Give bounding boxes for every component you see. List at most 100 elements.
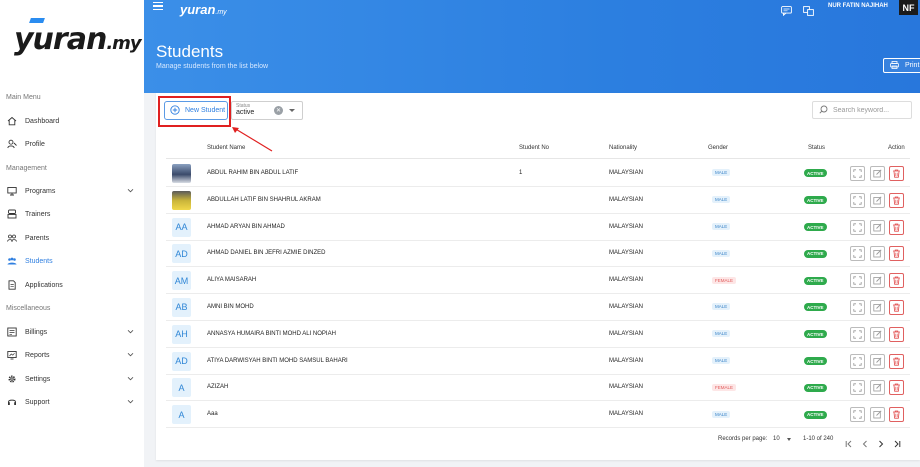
- view-button[interactable]: [850, 273, 865, 289]
- page-title: Students: [156, 42, 224, 61]
- topbar-logo-text: yuran: [180, 2, 216, 17]
- table-row[interactable]: [166, 294, 910, 321]
- table-row[interactable]: [166, 374, 910, 402]
- sidebar-item-billings[interactable]: Billings: [0, 323, 144, 341]
- edit-button[interactable]: [870, 192, 885, 208]
- sidebar-item-trainers[interactable]: Trainers: [0, 205, 144, 223]
- status-badge: ACTIVE: [804, 357, 827, 365]
- sidebar-item-label: Parents: [25, 234, 50, 242]
- view-button[interactable]: [850, 219, 865, 235]
- avatar[interactable]: NF: [899, 0, 918, 15]
- trash-icon: [892, 383, 901, 392]
- delete-button[interactable]: [889, 380, 904, 396]
- delete-button[interactable]: [889, 165, 904, 181]
- sidebar-item-settings[interactable]: Settings: [0, 370, 144, 388]
- user-name[interactable]: NUR FATIN NAJIHAH: [828, 3, 888, 9]
- last-page-icon[interactable]: [893, 435, 901, 448]
- view-button[interactable]: [850, 407, 865, 423]
- logo[interactable]: yuran.my: [14, 22, 142, 57]
- gender-badge: MALE: [712, 196, 731, 204]
- delete-button[interactable]: [889, 273, 904, 289]
- edit-icon: [873, 249, 882, 258]
- delete-button[interactable]: [889, 326, 904, 342]
- edit-button[interactable]: [870, 407, 885, 423]
- edit-button[interactable]: [870, 219, 885, 235]
- status-badge: ACTIVE: [804, 410, 827, 419]
- delete-button[interactable]: [889, 219, 904, 235]
- translate-icon[interactable]: [803, 3, 814, 16]
- topbar-logo[interactable]: yuran.my: [180, 2, 227, 17]
- expand-icon: [853, 330, 862, 339]
- per-page-caret-icon[interactable]: [787, 438, 791, 441]
- logo-suffix: .my: [106, 33, 141, 54]
- gender-badge: MALE: [712, 223, 731, 230]
- table-row[interactable]: [166, 401, 910, 429]
- sidebar-item-support[interactable]: Support: [0, 393, 144, 411]
- section-main-menu: Main Menu: [6, 94, 41, 101]
- dropdown-caret-icon[interactable]: [289, 109, 295, 112]
- view-button[interactable]: [850, 353, 865, 369]
- view-button[interactable]: [850, 192, 865, 208]
- delete-button[interactable]: [889, 407, 904, 423]
- sidebar-item-dashboard[interactable]: Dashboard: [0, 112, 144, 130]
- student-name: AZIZAH: [207, 384, 229, 391]
- edit-button[interactable]: [870, 165, 885, 181]
- trash-icon: [892, 249, 901, 258]
- student-avatar: AD: [172, 244, 191, 264]
- first-page-icon[interactable]: [845, 435, 853, 448]
- view-button[interactable]: [850, 165, 865, 181]
- print-button[interactable]: Print: [883, 58, 920, 73]
- edit-icon: [873, 356, 882, 366]
- sidebar-item-students[interactable]: Students: [0, 252, 144, 270]
- table-row[interactable]: [166, 267, 910, 295]
- view-button[interactable]: [850, 246, 865, 262]
- topbar-logo-suffix: .my: [215, 9, 227, 16]
- student-avatar: AB: [172, 297, 191, 317]
- student-avatar: [172, 163, 191, 183]
- student-nationality: MALAYSIAN: [609, 303, 643, 310]
- edit-button[interactable]: [870, 326, 885, 342]
- chat-icon[interactable]: [781, 3, 792, 17]
- edit-button[interactable]: [870, 299, 885, 315]
- view-button[interactable]: [850, 380, 865, 396]
- sidebar-item-reports[interactable]: Reports: [0, 346, 144, 364]
- search-input[interactable]: [833, 106, 908, 114]
- column-header-student-name: Student Name: [207, 145, 246, 151]
- expand-icon: [853, 410, 862, 419]
- next-page-icon[interactable]: [877, 435, 885, 448]
- delete-button[interactable]: [889, 299, 904, 315]
- sidebar-item-programs[interactable]: Programs: [0, 182, 144, 200]
- hamburger-menu-icon[interactable]: [153, 2, 163, 11]
- edit-button[interactable]: [870, 246, 885, 262]
- records-per-page-select[interactable]: 10: [773, 436, 780, 442]
- status-badge: ACTIVE: [804, 169, 827, 178]
- delete-button[interactable]: [889, 192, 904, 208]
- edit-icon: [873, 383, 882, 392]
- document-icon: [7, 280, 17, 290]
- edit-button[interactable]: [870, 353, 885, 369]
- sidebar-item-profile[interactable]: Profile: [0, 135, 144, 153]
- prev-page-icon[interactable]: [861, 435, 869, 448]
- sidebar-item-parents[interactable]: Parents: [0, 229, 144, 247]
- edit-button[interactable]: [870, 380, 885, 396]
- student-nationality: MALAYSIAN: [609, 330, 643, 337]
- edit-button[interactable]: [870, 273, 885, 289]
- delete-button[interactable]: [889, 246, 904, 262]
- sidebar-item-label: Settings: [25, 375, 51, 383]
- clear-filter-icon[interactable]: ✕: [274, 106, 283, 115]
- trash-icon: [892, 196, 901, 205]
- student-nationality: MALAYSIAN: [609, 384, 643, 391]
- section-miscellaneous: Miscellaneous: [6, 305, 51, 312]
- expand-icon: [853, 356, 862, 366]
- status-badge: ACTIVE: [804, 383, 827, 392]
- status-badge: ACTIVE: [804, 196, 827, 205]
- student-name: ANNASYA HUMAIRA BINTI MOHD ALI NOPIAH: [207, 330, 336, 337]
- delete-button[interactable]: [889, 353, 904, 369]
- student-avatar: AA: [172, 217, 191, 237]
- view-button[interactable]: [850, 326, 865, 342]
- view-button[interactable]: [850, 299, 865, 315]
- search-box[interactable]: [812, 101, 912, 119]
- sidebar-item-applications[interactable]: Applications: [0, 276, 144, 294]
- status-badge: ACTIVE: [804, 223, 827, 231]
- sidebar-item-label: Billings: [25, 328, 48, 336]
